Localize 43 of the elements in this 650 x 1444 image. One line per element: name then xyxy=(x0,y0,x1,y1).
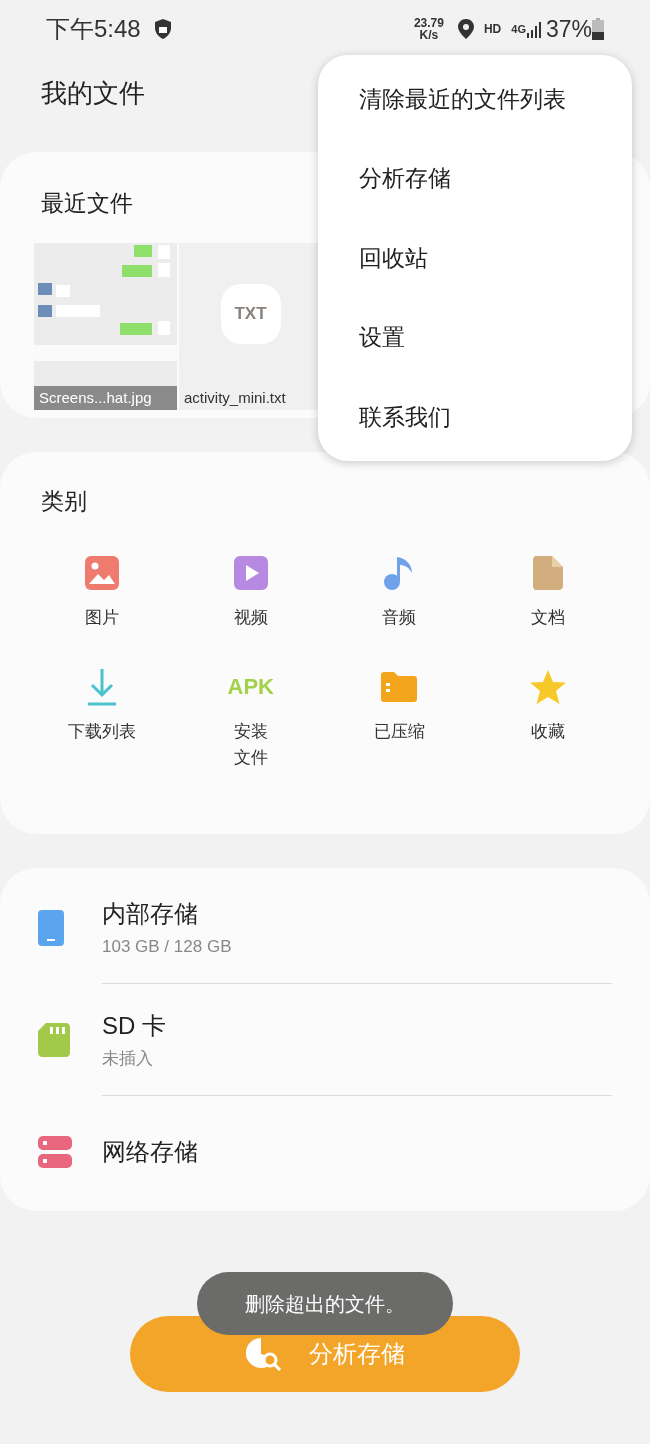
section-heading: 最近文件 xyxy=(41,190,133,216)
storage-row[interactable]: 网络存储 xyxy=(38,1096,612,1208)
location-icon xyxy=(457,19,474,39)
category-label[interactable]: 视频 xyxy=(233,604,268,631)
file-type-badge: TXT xyxy=(220,284,281,344)
storage-detail: 未插入 xyxy=(102,1047,154,1070)
server-icon xyxy=(38,1136,72,1168)
apk-icon: APK xyxy=(227,673,274,700)
category-label[interactable]: 下载列表 xyxy=(68,718,137,745)
category-label[interactable]: 已压缩 xyxy=(373,718,425,745)
toast-message: 删除超出的文件。 xyxy=(197,1272,453,1335)
storage-name: SD 卡 xyxy=(102,1010,167,1041)
document-icon xyxy=(531,554,564,591)
storage-row[interactable]: SD 卡 未插入 xyxy=(38,984,612,1096)
shield-icon xyxy=(152,18,173,40)
menu-item[interactable]: 清除最近的文件列表 xyxy=(318,59,632,139)
hd-indicator: HD xyxy=(483,21,502,38)
storage-name: 网络存储 xyxy=(102,1137,199,1167)
storage-name: 内部存储 xyxy=(102,898,199,929)
category-label[interactable]: 音频 xyxy=(382,604,417,631)
category-label[interactable]: 安装文件 xyxy=(232,718,270,771)
battery-percent: 37% xyxy=(545,14,592,44)
storage-row[interactable]: 内部存储 103 GB / 128 GB xyxy=(38,872,612,984)
file-name: Screens...hat.jpg xyxy=(34,385,177,410)
category-label[interactable]: 文档 xyxy=(530,604,565,631)
sd-card-icon xyxy=(38,1023,70,1057)
storage-detail: 103 GB / 128 GB xyxy=(102,935,233,958)
menu-item[interactable]: 分析存储 xyxy=(318,138,632,218)
phone-icon xyxy=(38,910,64,946)
image-icon xyxy=(84,554,121,591)
category-label[interactable]: 图片 xyxy=(85,604,120,631)
status-time: 下午5:48 xyxy=(46,14,141,44)
star-icon xyxy=(528,668,567,705)
network-type: 4G xyxy=(511,23,526,35)
storage-analysis-icon xyxy=(245,1336,283,1372)
battery-icon xyxy=(592,18,604,40)
signal-icon xyxy=(525,20,542,38)
folder-icon xyxy=(380,670,419,703)
page-title: 我的文件 xyxy=(41,76,145,110)
network-speed: 23.79 K/s xyxy=(413,17,444,41)
video-icon xyxy=(232,554,269,591)
section-heading: 类别 xyxy=(41,488,87,514)
category-label[interactable]: 收藏 xyxy=(530,718,565,745)
